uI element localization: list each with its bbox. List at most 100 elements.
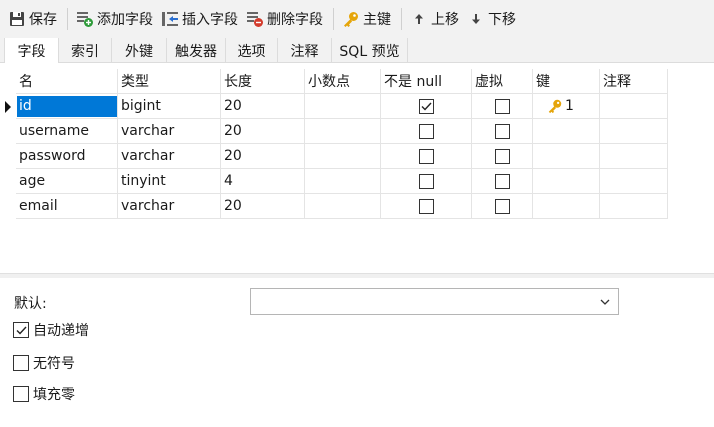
virtual-checkbox[interactable] bbox=[494, 198, 510, 214]
column-header-virtual[interactable]: 虚拟 bbox=[472, 69, 533, 94]
save-button[interactable]: 保存 bbox=[5, 5, 62, 33]
field-name-cell[interactable]: age bbox=[16, 169, 118, 194]
primary-key-button[interactable]: 主键 bbox=[339, 5, 396, 33]
virtual-checkbox[interactable] bbox=[494, 98, 510, 114]
key-cell[interactable] bbox=[533, 194, 600, 219]
default-value-combobox[interactable] bbox=[250, 288, 619, 315]
tab-fields[interactable]: 字段 bbox=[4, 38, 59, 64]
not-null-checkbox[interactable] bbox=[418, 173, 434, 189]
add-field-label: 添加字段 bbox=[97, 12, 153, 28]
field-comment-cell[interactable] bbox=[600, 119, 668, 144]
table-row[interactable]: age tinyint 4 bbox=[0, 169, 668, 194]
field-type-cell[interactable]: tinyint bbox=[118, 169, 221, 194]
key-icon bbox=[548, 99, 562, 114]
delete-field-icon bbox=[246, 10, 264, 28]
field-comment-cell[interactable] bbox=[600, 194, 668, 219]
insert-field-button[interactable]: 插入字段 bbox=[158, 5, 243, 33]
arrow-down-icon bbox=[467, 10, 485, 28]
field-type-cell[interactable]: varchar bbox=[118, 144, 221, 169]
move-down-button[interactable]: 下移 bbox=[464, 5, 521, 33]
auto-increment-label: 自动递增 bbox=[33, 323, 89, 339]
field-type-cell[interactable]: varchar bbox=[118, 119, 221, 144]
arrow-up-icon bbox=[410, 10, 428, 28]
field-decimals-cell[interactable] bbox=[305, 169, 381, 194]
not-null-checkbox[interactable] bbox=[418, 148, 434, 164]
move-down-label: 下移 bbox=[488, 12, 516, 28]
field-decimals-cell[interactable] bbox=[305, 144, 381, 169]
field-name-cell[interactable]: password bbox=[16, 144, 118, 169]
field-properties-panel: 默认: 自动递增 无符号 填充零 bbox=[0, 278, 714, 427]
not-null-checkbox[interactable] bbox=[418, 123, 434, 139]
tab-foreign-keys[interactable]: 外键 bbox=[112, 38, 167, 63]
move-up-button[interactable]: 上移 bbox=[407, 5, 464, 33]
field-decimals-cell[interactable] bbox=[305, 119, 381, 144]
field-comment-cell[interactable] bbox=[600, 169, 668, 194]
column-header-not-null[interactable]: 不是 null bbox=[381, 69, 472, 94]
add-field-icon bbox=[76, 10, 94, 28]
chevron-down-icon[interactable] bbox=[598, 295, 612, 309]
column-header-key[interactable]: 键 bbox=[533, 69, 600, 94]
field-decimals-cell[interactable] bbox=[305, 94, 381, 119]
unsigned-checkbox[interactable] bbox=[13, 355, 29, 371]
not-null-cell bbox=[381, 194, 472, 219]
tab-sql-preview[interactable]: SQL 预览 bbox=[332, 38, 408, 63]
column-header-type[interactable]: 类型 bbox=[118, 69, 221, 94]
field-length-cell[interactable]: 20 bbox=[221, 94, 305, 119]
virtual-cell bbox=[472, 169, 533, 194]
field-length-cell[interactable]: 20 bbox=[221, 119, 305, 144]
primary-key-label: 主键 bbox=[363, 12, 391, 28]
auto-increment-checkbox[interactable] bbox=[13, 322, 29, 338]
key-cell[interactable] bbox=[533, 144, 600, 169]
save-icon bbox=[8, 10, 26, 28]
insert-field-icon bbox=[161, 10, 179, 28]
zerofill-option[interactable]: 填充零 bbox=[13, 384, 75, 404]
table-row[interactable]: username varchar 20 bbox=[0, 119, 668, 144]
field-comment-cell[interactable] bbox=[600, 144, 668, 169]
column-header-decimals[interactable]: 小数点 bbox=[305, 69, 381, 94]
virtual-checkbox[interactable] bbox=[494, 148, 510, 164]
virtual-cell bbox=[472, 144, 533, 169]
field-length-cell[interactable]: 4 bbox=[221, 169, 305, 194]
key-icon bbox=[342, 10, 360, 28]
default-label: 默认: bbox=[14, 296, 47, 312]
virtual-checkbox[interactable] bbox=[494, 123, 510, 139]
field-name-text: id bbox=[17, 95, 117, 117]
fields-grid: 名 类型 长度 小数点 不是 null 虚拟 键 注释 id bigint 20 bbox=[0, 63, 714, 273]
field-name-cell[interactable]: username bbox=[16, 119, 118, 144]
auto-increment-option[interactable]: 自动递增 bbox=[13, 320, 89, 340]
insert-field-label: 插入字段 bbox=[182, 12, 238, 28]
tab-indexes[interactable]: 索引 bbox=[59, 38, 112, 63]
zerofill-checkbox[interactable] bbox=[13, 386, 29, 402]
field-decimals-cell[interactable] bbox=[305, 194, 381, 219]
column-header-name[interactable]: 名 bbox=[16, 69, 118, 94]
virtual-checkbox[interactable] bbox=[494, 173, 510, 189]
key-cell[interactable] bbox=[533, 119, 600, 144]
field-length-cell[interactable]: 20 bbox=[221, 144, 305, 169]
tab-triggers[interactable]: 触发器 bbox=[167, 38, 226, 63]
tab-comments[interactable]: 注释 bbox=[278, 38, 332, 63]
field-name-cell[interactable]: email bbox=[16, 194, 118, 219]
unsigned-option[interactable]: 无符号 bbox=[13, 353, 75, 373]
toolbar: 保存 添加字段 插入字段 删除字段 主键 上移 下移 bbox=[0, 0, 714, 38]
field-name-cell[interactable]: id bbox=[16, 94, 118, 119]
tab-options[interactable]: 选项 bbox=[226, 38, 278, 63]
virtual-cell bbox=[472, 194, 533, 219]
field-comment-cell[interactable] bbox=[600, 94, 668, 119]
field-type-cell[interactable]: bigint bbox=[118, 94, 221, 119]
column-header-comment[interactable]: 注释 bbox=[600, 69, 668, 94]
table-row[interactable]: email varchar 20 bbox=[0, 194, 668, 219]
toolbar-separator bbox=[333, 8, 334, 30]
field-type-cell[interactable]: varchar bbox=[118, 194, 221, 219]
column-header-length[interactable]: 长度 bbox=[221, 69, 305, 94]
key-cell[interactable] bbox=[533, 169, 600, 194]
add-field-button[interactable]: 添加字段 bbox=[73, 5, 158, 33]
table-row[interactable]: id bigint 20 1 bbox=[0, 94, 668, 119]
delete-field-button[interactable]: 删除字段 bbox=[243, 5, 328, 33]
not-null-checkbox[interactable] bbox=[418, 98, 434, 114]
table-row[interactable]: password varchar 20 bbox=[0, 144, 668, 169]
key-cell[interactable]: 1 bbox=[533, 94, 600, 119]
move-up-label: 上移 bbox=[431, 12, 459, 28]
field-length-cell[interactable]: 20 bbox=[221, 194, 305, 219]
not-null-checkbox[interactable] bbox=[418, 198, 434, 214]
not-null-cell bbox=[381, 144, 472, 169]
